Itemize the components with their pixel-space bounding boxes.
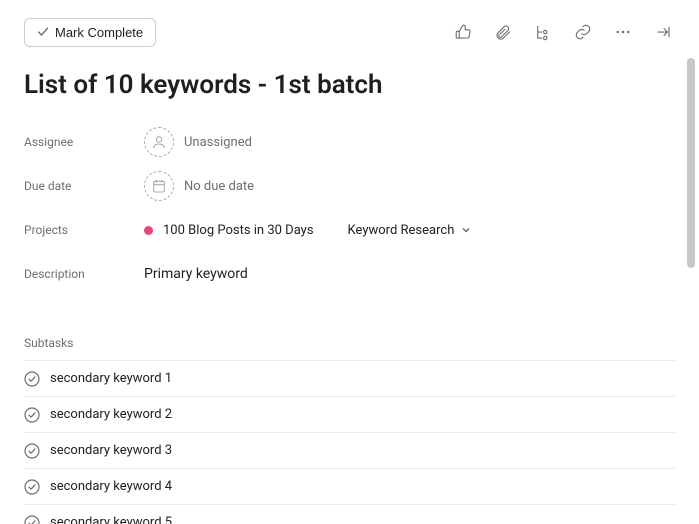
- description-label: Description: [24, 267, 144, 281]
- more-actions-button[interactable]: [607, 16, 639, 48]
- subtask-complete-toggle[interactable]: [24, 479, 40, 495]
- due-date-field[interactable]: Due date No due date: [24, 164, 675, 208]
- project-name[interactable]: 100 Blog Posts in 30 Days: [163, 223, 314, 238]
- due-date-icon-placeholder: [144, 171, 174, 201]
- projects-label: Projects: [24, 223, 144, 237]
- projects-field: Projects 100 Blog Posts in 30 Days Keywo…: [24, 208, 675, 252]
- subtask-row[interactable]: secondary keyword 2: [24, 397, 675, 433]
- chevron-down-icon: [460, 224, 472, 236]
- subtask-complete-toggle[interactable]: [24, 371, 40, 387]
- subtask-title: secondary keyword 4: [50, 479, 172, 494]
- due-date-label: Due date: [24, 179, 144, 193]
- subtask-row[interactable]: secondary keyword 4: [24, 469, 675, 505]
- subtask-title: secondary keyword 1: [50, 371, 172, 386]
- ellipsis-icon: [614, 23, 632, 41]
- project-section-label: Keyword Research: [348, 223, 455, 238]
- subtask-row[interactable]: secondary keyword 5: [24, 505, 675, 524]
- check-circle-icon: [24, 515, 40, 524]
- subtask-complete-toggle[interactable]: [24, 515, 40, 524]
- subtask-icon: [534, 23, 552, 41]
- mark-complete-button[interactable]: Mark Complete: [24, 18, 156, 47]
- subtask-row[interactable]: secondary keyword 1: [24, 361, 675, 397]
- copy-link-button[interactable]: [567, 16, 599, 48]
- task-toolbar: Mark Complete: [0, 0, 699, 58]
- like-button[interactable]: [447, 16, 479, 48]
- close-details-button[interactable]: [647, 16, 679, 48]
- assignee-avatar-placeholder: [144, 127, 174, 157]
- check-circle-icon: [24, 479, 40, 495]
- collapse-right-icon: [654, 23, 672, 41]
- attachments-button[interactable]: [487, 16, 519, 48]
- mark-complete-label: Mark Complete: [55, 25, 143, 40]
- paperclip-icon: [494, 23, 512, 41]
- subtask-complete-toggle[interactable]: [24, 443, 40, 459]
- subtasks-button[interactable]: [527, 16, 559, 48]
- link-icon: [574, 23, 592, 41]
- check-circle-icon: [24, 407, 40, 423]
- check-circle-icon: [24, 443, 40, 459]
- subtask-complete-toggle[interactable]: [24, 407, 40, 423]
- subtasks-header: Subtasks: [24, 336, 675, 350]
- calendar-icon: [151, 178, 167, 194]
- vertical-scrollbar[interactable]: [683, 58, 699, 308]
- subtask-title: secondary keyword 2: [50, 407, 172, 422]
- person-icon: [151, 134, 167, 150]
- assignee-value: Unassigned: [184, 135, 252, 150]
- project-section-dropdown[interactable]: Keyword Research: [348, 223, 473, 238]
- assignee-field[interactable]: Assignee Unassigned: [24, 120, 675, 164]
- description-field: Description Primary keyword: [24, 252, 675, 296]
- due-date-value: No due date: [184, 179, 254, 194]
- assignee-label: Assignee: [24, 135, 144, 149]
- thumbs-up-icon: [454, 23, 472, 41]
- task-title[interactable]: List of 10 keywords - 1st batch: [24, 70, 675, 100]
- project-color-dot: [144, 226, 153, 235]
- check-icon: [37, 26, 49, 38]
- subtask-title: secondary keyword 3: [50, 443, 172, 458]
- check-circle-icon: [24, 371, 40, 387]
- description-value[interactable]: Primary keyword: [144, 266, 248, 282]
- subtask-title: secondary keyword 5: [50, 515, 172, 524]
- subtask-list: secondary keyword 1 secondary keyword 2 se…: [24, 360, 675, 524]
- task-detail-pane: List of 10 keywords - 1st batch Assignee…: [0, 58, 699, 524]
- subtask-row[interactable]: secondary keyword 3: [24, 433, 675, 469]
